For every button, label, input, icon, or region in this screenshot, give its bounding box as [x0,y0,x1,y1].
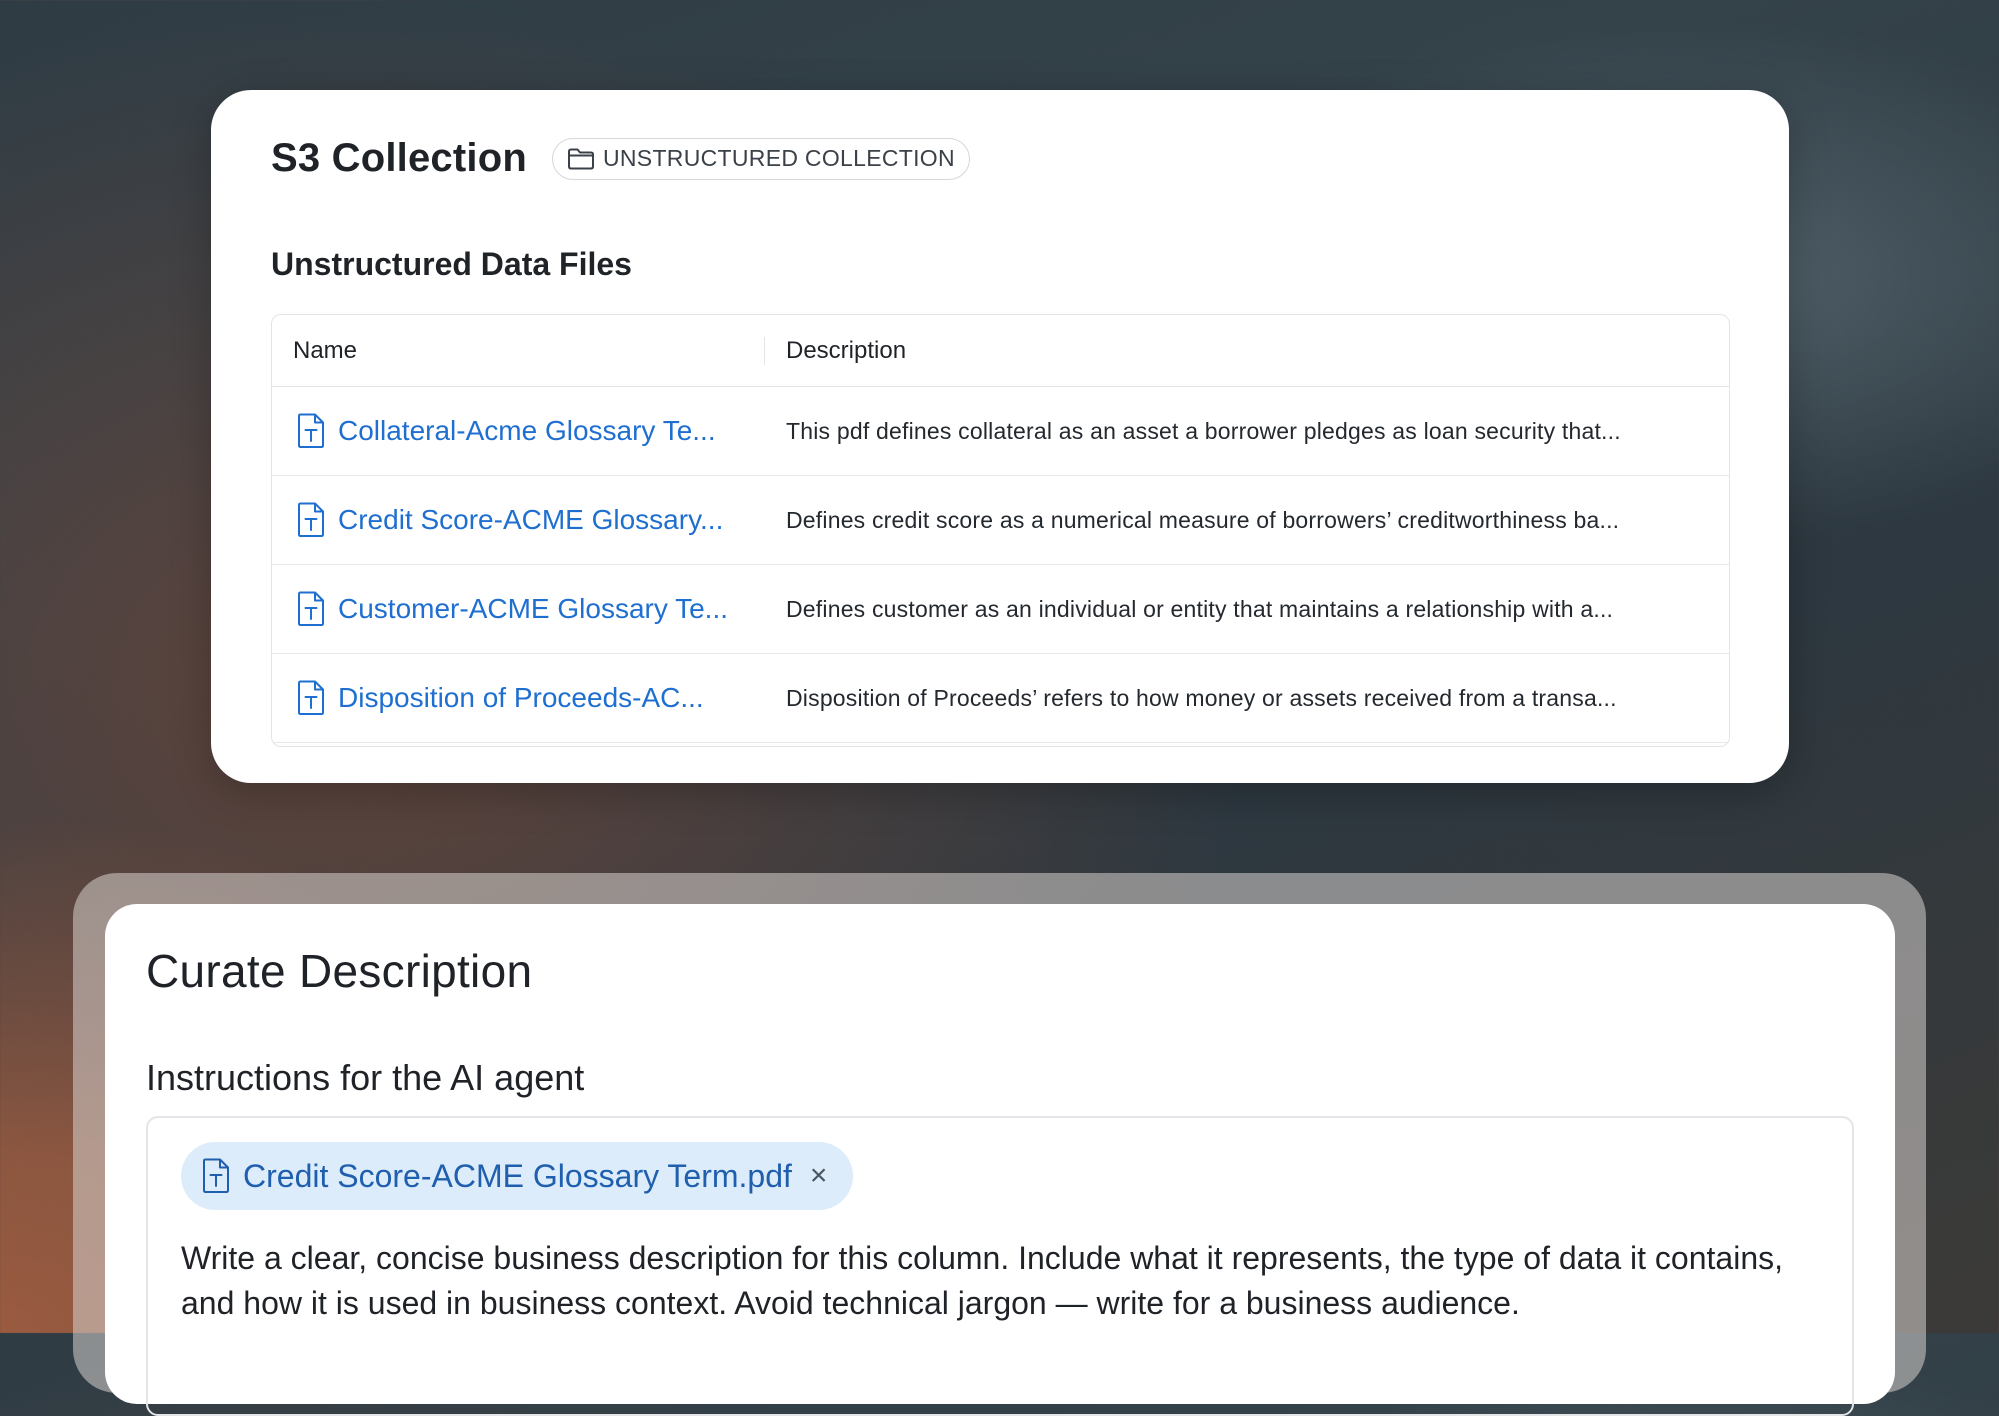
instructions-text[interactable]: Write a clear, concise business descript… [181,1236,1841,1326]
text-file-icon [298,502,324,537]
column-header-description[interactable]: Description [765,337,906,365]
file-link[interactable]: Disposition of Proceeds-AC... [338,682,704,714]
file-link[interactable]: Customer-ACME Glossary Te... [338,593,728,625]
collection-header: S3 Collection UNSTRUCTURED COLLECTION [271,136,970,181]
text-file-icon [298,591,324,626]
section-title: Unstructured Data Files [271,246,632,282]
text-file-icon [203,1158,229,1193]
column-header-name[interactable]: Name [272,315,765,386]
table-row[interactable]: Collateral-Acme Glossary Te... This pdf … [272,387,1729,476]
file-name-cell: Disposition of Proceeds-AC... [272,680,765,716]
instructions-label: Instructions for the AI agent [146,1057,585,1098]
file-link[interactable]: Credit Score-ACME Glossary... [338,504,723,536]
remove-attachment-icon[interactable]: × [810,1161,828,1191]
text-file-icon [298,680,324,715]
collection-card: S3 Collection UNSTRUCTURED COLLECTION Un… [211,90,1789,783]
table-row[interactable]: Customer-ACME Glossary Te... Defines cus… [272,565,1729,654]
curate-title: Curate Description [146,945,533,997]
file-description: Defines customer as an individual or ent… [786,595,1614,622]
text-file-icon [298,413,324,448]
file-name-cell: Credit Score-ACME Glossary... [272,502,765,538]
curate-card: Curate Description Instructions for the … [105,904,1895,1416]
file-description: This pdf defines collateral as an asset … [786,417,1621,444]
table-row[interactable]: Disposition of Proceeds-AC... Dispositio… [272,654,1729,743]
collection-type-label: UNSTRUCTURED COLLECTION [602,145,955,171]
table-row[interactable]: Credit Score-ACME Glossary... Defines cr… [272,476,1729,565]
file-description: Defines credit score as a numerical meas… [786,506,1620,533]
file-name-cell: Collateral-Acme Glossary Te... [272,413,765,449]
table-header: Name Description [272,315,1729,387]
folder-icon [567,148,594,169]
file-description: Disposition of Proceeds’ refers to how m… [786,684,1617,711]
collection-type-badge: UNSTRUCTURED COLLECTION [551,137,970,180]
attachment-chip[interactable]: Credit Score-ACME Glossary Term.pdf × [181,1142,854,1210]
instructions-input[interactable]: Credit Score-ACME Glossary Term.pdf × Wr… [146,1116,1854,1416]
file-link[interactable]: Collateral-Acme Glossary Te... [338,415,716,447]
files-table: Name Description Collateral-Acme Glossar… [271,314,1730,747]
attachment-label: Credit Score-ACME Glossary Term.pdf [243,1157,792,1194]
file-name-cell: Customer-ACME Glossary Te... [272,591,765,627]
collection-title: S3 Collection [271,136,527,180]
